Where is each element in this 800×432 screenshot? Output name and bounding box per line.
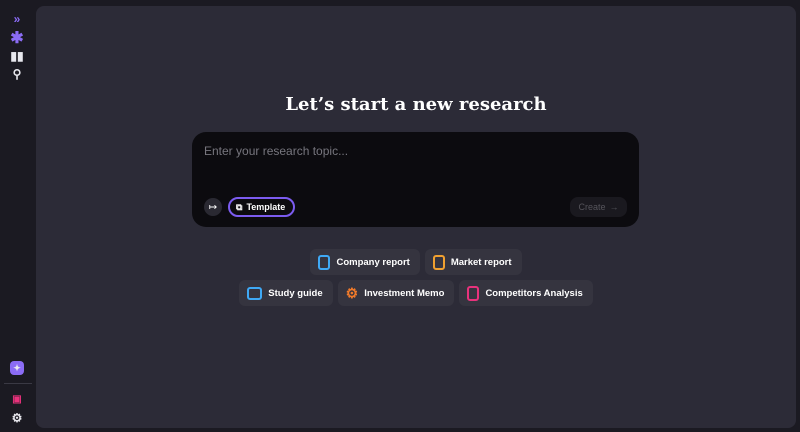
user-settings-icon[interactable]: ⚙	[8, 410, 26, 426]
chip-investment-memo[interactable]: ⚙ Investment Memo	[337, 280, 455, 306]
template-button[interactable]: ⧉ Template	[228, 197, 296, 217]
chip-label: Market report	[450, 256, 512, 268]
expand-icon[interactable]: »	[8, 11, 26, 27]
chip-competitors-analysis[interactable]: Competitors Analysis	[459, 280, 593, 306]
main-panel: Let’s start a new research ↦ ⧉ Template …	[36, 6, 796, 428]
chip-company-report[interactable]: Company report	[310, 249, 420, 275]
suggestions-row-1: Company report Market report	[36, 249, 796, 275]
sparkle-icon[interactable]: ✦	[10, 361, 24, 375]
presentation-icon[interactable]: ▣	[8, 391, 26, 407]
chip-label: Investment Memo	[364, 287, 445, 299]
chip-label: Competitors Analysis	[485, 287, 583, 299]
asterisk-icon[interactable]: ✱	[8, 30, 26, 47]
chip-market-report[interactable]: Market report	[424, 249, 522, 275]
page-title: Let’s start a new research	[285, 94, 547, 115]
gear-icon: ⚙	[345, 284, 359, 301]
create-label: Create	[578, 202, 606, 212]
clipboard-chart-icon	[432, 254, 445, 270]
arrow-right-icon: →	[609, 202, 619, 212]
sidebar: » ✱ ▮▮ ⚲ ✦ ▣ ⚙	[0, 0, 34, 432]
suggestions-row-2: Study guide ⚙ Investment Memo Competitors…	[36, 280, 796, 306]
research-topic-input[interactable]	[204, 144, 624, 158]
search-icon[interactable]: ⚲	[8, 66, 26, 82]
chip-label: Company report	[336, 256, 410, 268]
template-icon: ⧉	[236, 201, 243, 212]
research-input-box: ↦ ⧉ Template Create →	[192, 132, 639, 227]
template-label: Template	[246, 202, 286, 212]
login-arrow-icon: ↦	[208, 201, 218, 213]
book-icon	[247, 286, 263, 300]
divider	[4, 383, 32, 384]
attach-button[interactable]: ↦	[204, 198, 222, 216]
clipboard-icon	[318, 254, 331, 270]
library-icon[interactable]: ▮▮	[8, 48, 26, 64]
chip-label: Study guide	[268, 287, 323, 299]
clipboard-bar-chart-icon	[467, 285, 480, 301]
chip-study-guide[interactable]: Study guide	[239, 280, 333, 306]
create-button[interactable]: Create →	[570, 197, 627, 217]
